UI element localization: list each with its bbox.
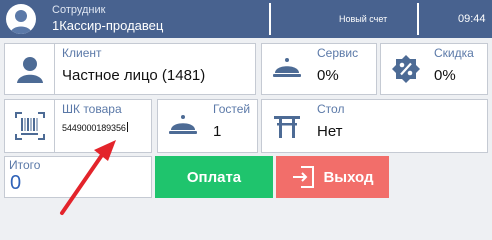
annotation-arrow-icon <box>60 140 116 215</box>
